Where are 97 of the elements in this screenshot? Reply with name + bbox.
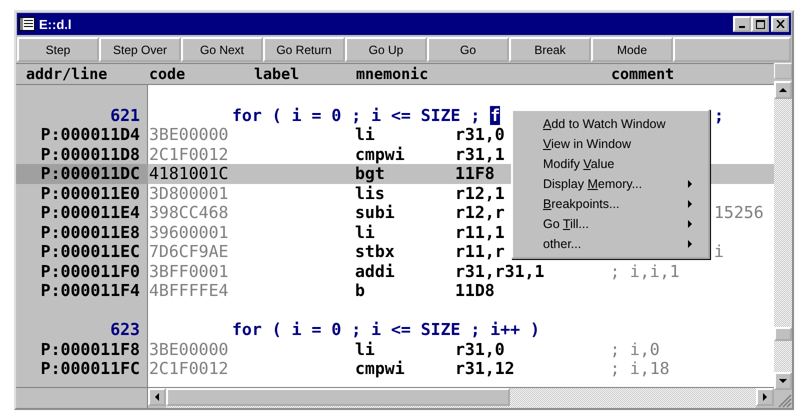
mnemonic: lis: [355, 184, 385, 203]
minimize-icon: [739, 26, 745, 28]
scroll-up-button[interactable]: [774, 81, 792, 99]
operand: r12,1: [455, 184, 505, 203]
machine-code: 2C1F0012: [149, 359, 228, 378]
address: P:000011F4: [40, 281, 140, 300]
line-number: 623: [110, 320, 140, 340]
scroll-right-button[interactable]: [756, 388, 774, 406]
address: P:000011EC: [40, 242, 140, 262]
comment: ; i,0: [610, 340, 660, 359]
mnemonic: b: [355, 281, 365, 300]
scrollbar-thumb[interactable]: [774, 327, 792, 341]
machine-code: 3BFF0001: [149, 262, 228, 281]
column-header: code: [149, 64, 186, 84]
operand: r31,0: [455, 340, 505, 359]
mnemonic: bgt: [355, 164, 385, 184]
operand: r11,r: [455, 242, 505, 262]
operand: 11D8: [455, 281, 495, 300]
window-title: E::d.l: [39, 16, 72, 32]
operand: r31,1: [455, 144, 505, 164]
operand: r12,r: [455, 203, 505, 222]
list-icon: [19, 17, 35, 31]
toolbar-button[interactable]: Go Return: [263, 37, 345, 62]
scroll-left-button[interactable]: [148, 388, 166, 406]
column-header: mnemonic: [356, 64, 428, 84]
close-icon: [776, 20, 784, 28]
menu-item[interactable]: Modify Value: [543, 157, 614, 171]
source-line: for ( i = 0 ; i <= SIZE ; i++ ): [232, 320, 540, 340]
address: P:000011E4: [40, 203, 140, 222]
submenu-arrow-icon: [688, 180, 692, 188]
mnemonic: li: [355, 222, 375, 242]
submenu-arrow-icon: [688, 220, 692, 228]
comment: ; i,18: [610, 359, 670, 378]
minimize-button[interactable]: [733, 16, 751, 32]
mnemonic: cmpwi: [355, 144, 405, 164]
menu-item[interactable]: Breakpoints...: [543, 197, 620, 211]
maximize-button[interactable]: [751, 16, 769, 32]
submenu-arrow-icon: [688, 240, 692, 248]
address: P:000011E8: [40, 222, 140, 242]
operand: r31,12: [455, 359, 515, 378]
operand: 11F8: [455, 164, 495, 184]
toolbar-button[interactable]: Mode: [591, 37, 673, 62]
comment: 15256: [714, 203, 764, 222]
toolbar-button[interactable]: Step: [17, 37, 99, 62]
right-arrow-icon: [763, 393, 767, 401]
mnemonic: cmpwi: [355, 359, 405, 378]
menu-item[interactable]: Go Till...: [543, 217, 589, 231]
column-header: addr/line: [26, 64, 108, 84]
address: P:000011D8: [40, 144, 140, 164]
address: P:000011D4: [40, 125, 140, 144]
toolbar-button[interactable]: Step Over: [99, 37, 181, 62]
operand: r31,r31,1: [455, 262, 544, 281]
maximize-icon: [756, 20, 764, 28]
submenu-arrow-icon: [688, 200, 692, 208]
column-header: label: [254, 64, 300, 84]
address: P:000011DC: [40, 164, 140, 184]
address: P:000011E0: [40, 184, 140, 203]
mnemonic: li: [355, 125, 375, 144]
toolbar-button[interactable]: Break: [509, 37, 591, 62]
scrollbar-thumb[interactable]: [166, 388, 510, 406]
splitter-handle[interactable]: [774, 63, 792, 79]
mnemonic: addi: [355, 262, 395, 281]
toolbar-button[interactable]: Go Up: [345, 37, 427, 62]
address: P:000011F0: [40, 262, 140, 281]
mnemonic: li: [355, 340, 375, 359]
up-arrow-icon: [779, 88, 787, 92]
source-line: ;: [714, 106, 724, 125]
comment: i: [714, 242, 724, 262]
machine-code: 39600001: [149, 222, 228, 242]
menu-item[interactable]: View in Window: [543, 137, 632, 151]
machine-code: 3BE00000: [149, 340, 228, 359]
mnemonic: stbx: [355, 242, 395, 262]
toolbar-button[interactable]: Go: [427, 37, 509, 62]
machine-code: 2C1F0012: [149, 144, 228, 164]
left-arrow-icon: [155, 393, 159, 401]
menu-item[interactable]: other...: [543, 237, 582, 251]
comment: ; i,i,1: [610, 262, 680, 281]
source-line: for ( i = 0 ; i <= SIZE ; f: [232, 106, 500, 125]
column-header: comment: [611, 64, 674, 84]
close-button[interactable]: [771, 16, 789, 32]
menu-item[interactable]: Display Memory...: [543, 177, 642, 191]
toolbar-button[interactable]: Go Next: [181, 37, 263, 62]
operand: r31,0: [455, 125, 505, 144]
machine-code: 4181001C: [149, 164, 228, 184]
address: P:000011F8: [40, 340, 140, 359]
menu-item[interactable]: Add to Watch Window: [543, 117, 666, 131]
machine-code: 3BE00000: [149, 125, 228, 144]
machine-code: 3D800001: [149, 184, 228, 203]
machine-code: 398CC468: [149, 203, 228, 222]
mnemonic: subi: [355, 203, 395, 222]
address: P:000011FC: [40, 359, 140, 378]
machine-code: 4BFFFFE4: [149, 281, 228, 300]
machine-code: 7D6CF9AE: [149, 242, 228, 262]
scroll-down-button[interactable]: [774, 372, 792, 390]
operand: r11,1: [455, 222, 505, 242]
line-number: 621: [110, 106, 140, 125]
down-arrow-icon: [779, 379, 787, 383]
